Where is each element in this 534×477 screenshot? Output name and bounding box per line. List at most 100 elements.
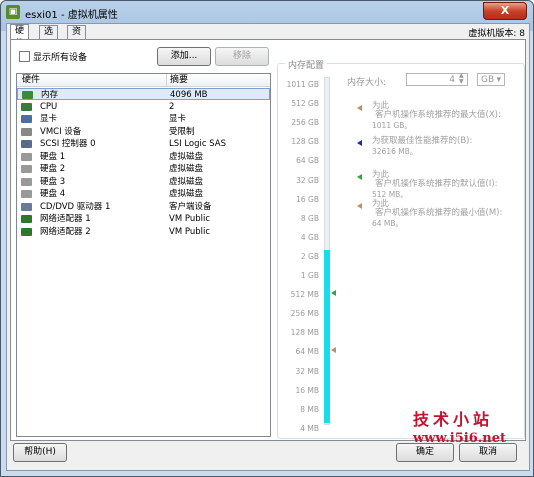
memory-scale-label: 128 GB	[291, 137, 319, 147]
hardware-row-summary: 虚拟磁盘	[169, 164, 204, 174]
list-header: 硬件 摘要	[17, 74, 270, 87]
recommendation-marker-icon[interactable]	[357, 203, 362, 209]
memory-scale-label: 2 GB	[300, 251, 319, 261]
hardware-row-name: SCSI 控制器 0	[40, 139, 96, 149]
hardware-row-summary: 虚拟磁盘	[169, 189, 204, 199]
hardware-row-name: 硬盘 2	[40, 164, 66, 174]
recommendation-label[interactable]: 客户机操作系统推荐的最大值(X):	[375, 110, 501, 120]
remove-button[interactable]: 移除	[215, 47, 269, 66]
watermark-url: www.i5i6.net	[413, 431, 507, 446]
hardware-row[interactable]: 内存 4096 MB	[17, 88, 270, 100]
hardware-row-summary: 2	[169, 101, 175, 112]
column-summary[interactable]: 摘要	[167, 74, 188, 86]
hardware-row-name: CPU	[40, 101, 58, 112]
memory-scale-label: 16 GB	[296, 194, 319, 204]
recommendation-marker-icon[interactable]	[357, 174, 362, 180]
memory-scale-label: 4 MB	[300, 423, 319, 433]
hardware-row-name: 硬盘 1	[40, 151, 66, 162]
memory-scale-label: 32 GB	[296, 175, 319, 185]
hardware-row-summary: 虚拟磁盘	[169, 176, 204, 187]
hardware-row[interactable]: 网络适配器 2 VM Public	[17, 226, 270, 238]
spinner-arrows-icon[interactable]: ▲ ▼	[459, 73, 464, 85]
watermark-title: 技术小站	[413, 410, 494, 429]
memory-marker-icon	[331, 347, 336, 354]
tab-resources[interactable]: 资源	[67, 25, 87, 50]
recommendation-value: 64 MB。	[372, 219, 404, 228]
hardware-row-summary: 受限制	[169, 126, 195, 137]
network-icon	[21, 215, 32, 223]
hardware-row-summary: VM Public	[169, 226, 211, 237]
hardware-row-name: 硬盘 4	[40, 189, 66, 199]
memory-scale-label: 128 MB	[290, 328, 319, 338]
window-title: esxi01 - 虚拟机属性	[25, 10, 118, 21]
memory-scale-label: 8 GB	[300, 213, 319, 223]
recommendation-label[interactable]: 客户机操作系统推荐的默认值(I):	[375, 179, 498, 189]
memory-marker-icon	[331, 290, 336, 297]
memory-scale-label: 4 GB	[300, 232, 319, 242]
hardware-row-summary: 4096 MB	[170, 90, 208, 100]
recommendation-value: 1011 GB。	[372, 121, 412, 130]
monitor-icon	[21, 115, 32, 123]
hardware-panel: 显示所有设备 添加... 移除 硬件 摘要 内存 4096 MB CPU 2 显卡 显卡 V…	[10, 39, 526, 441]
cdrom-icon	[21, 202, 32, 211]
hardware-row[interactable]: VMCI 设备 受限制	[17, 126, 270, 138]
hardware-row-name: 内存	[41, 90, 59, 100]
recommendation-marker-icon[interactable]	[357, 140, 362, 146]
hardware-row-name: 显卡	[40, 114, 58, 124]
hardware-row[interactable]: CPU 2	[17, 101, 270, 113]
memory-slider-fill[interactable]	[324, 250, 330, 423]
hardware-row[interactable]: SCSI 控制器 0 LSI Logic SAS	[17, 138, 270, 150]
cpu-icon	[21, 102, 32, 111]
memory-scale-label: 1 GB	[300, 271, 319, 280]
memory-scale-label: 512 GB	[291, 99, 319, 109]
disk-icon	[21, 177, 32, 186]
show-all-devices-checkbox[interactable]	[19, 51, 30, 62]
dialog-client: 硬件 选项 资源 虚拟机版本: 8 显示所有设备 添加... 移除 硬件 摘要 …	[6, 23, 530, 471]
memory-icon	[22, 91, 33, 99]
hardware-row-name: CD/DVD 驱动器 1	[40, 201, 111, 212]
tab-hardware[interactable]: 硬件	[10, 24, 30, 49]
memory-scale-label: 16 MB	[295, 385, 319, 395]
recommendation-label[interactable]: 客户机操作系统推荐的最小值(M):	[375, 208, 502, 218]
memory-scale-label: 64 MB	[295, 347, 319, 357]
recommendation-marker-icon[interactable]	[357, 105, 362, 111]
watermark: 技术小站 www.i5i6.net	[413, 406, 506, 446]
hardware-row[interactable]: 显卡 显卡	[17, 113, 270, 125]
memory-scale-label: 256 MB	[290, 309, 319, 319]
title-bar[interactable]: ▣ esxi01 - 虚拟机属性 X	[1, 1, 533, 23]
add-button[interactable]: 添加...	[157, 47, 211, 66]
hardware-row[interactable]: 硬盘 4 虚拟磁盘	[17, 188, 270, 200]
hardware-row-name: 硬盘 3	[40, 176, 66, 187]
hardware-row[interactable]: 网络适配器 1 VM Public	[17, 213, 270, 225]
memory-config-title: 内存配置	[285, 58, 328, 71]
vm-properties-window: ▣ esxi01 - 虚拟机属性 X 硬件 选项 资源 虚拟机版本: 8 显示所…	[0, 0, 534, 477]
vm-version: 虚拟机版本: 8	[468, 29, 525, 39]
hardware-row[interactable]: 硬盘 2 虚拟磁盘	[17, 163, 270, 175]
memory-size-label: 内存大小:	[347, 78, 387, 88]
hardware-row-summary: 客户端设备	[169, 201, 212, 212]
memory-scale-label: 32 MB	[295, 366, 319, 376]
help-button[interactable]: 帮助(H)	[13, 443, 67, 462]
hardware-row-name: VMCI 设备	[40, 126, 82, 137]
hardware-row-name: 网络适配器 1	[40, 214, 91, 224]
memory-scale-label: 256 GB	[291, 118, 319, 128]
vm-icon: ▣	[6, 5, 20, 19]
hardware-list: 硬件 摘要 内存 4096 MB CPU 2 显卡 显卡 VMCI 设备 受限制 SCSI 控制…	[16, 73, 271, 437]
vmci-icon	[21, 127, 32, 136]
tab-options[interactable]: 选项	[39, 25, 59, 50]
hardware-row[interactable]: 硬盘 3 虚拟磁盘	[17, 176, 270, 188]
hardware-row[interactable]: CD/DVD 驱动器 1 客户端设备	[17, 201, 270, 213]
hardware-row-summary: LSI Logic SAS	[169, 139, 227, 149]
recommendation-label[interactable]: 为获取最佳性能推荐的(B):	[372, 136, 472, 146]
hardware-row-name: 网络适配器 2	[40, 226, 91, 237]
hardware-row-summary: VM Public	[169, 214, 211, 224]
disk-icon	[21, 190, 32, 198]
memory-unit-select[interactable]: GB ▾	[477, 73, 505, 86]
close-button[interactable]: X	[483, 2, 527, 20]
memory-scale-label: 512 MB	[290, 290, 319, 300]
memory-scale-label: 8 MB	[300, 404, 319, 414]
hardware-row-summary: 虚拟磁盘	[169, 151, 204, 162]
hardware-row[interactable]: 硬盘 1 虚拟磁盘	[17, 151, 270, 163]
network-icon	[21, 227, 32, 236]
column-hardware[interactable]: 硬件	[19, 74, 40, 86]
